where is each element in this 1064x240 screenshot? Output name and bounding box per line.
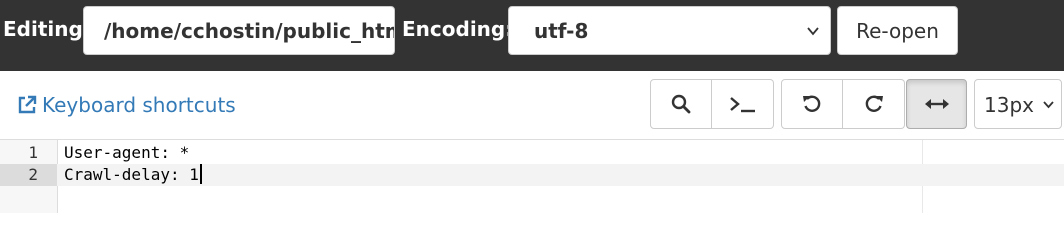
terminal-icon — [729, 97, 755, 113]
search-button[interactable] — [650, 79, 712, 129]
text-cursor — [199, 164, 202, 184]
file-path-input[interactable]: /home/cchostin/public_html/robots.txt — [83, 6, 395, 55]
chevron-down-icon — [806, 7, 820, 77]
keyboard-shortcuts-label: Keyboard shortcuts — [42, 93, 236, 117]
redo-button[interactable] — [843, 79, 905, 129]
undo-button[interactable] — [781, 79, 843, 129]
line-number: 2 — [0, 164, 57, 186]
undo-icon — [803, 95, 821, 112]
font-size-select[interactable]: 13px — [974, 79, 1062, 129]
encoding-select-value: utf-8 — [534, 19, 589, 43]
redo-icon — [865, 95, 883, 112]
line-text: User-agent: * — [64, 143, 190, 162]
external-link-icon — [18, 95, 37, 114]
goto-line-button[interactable] — [712, 79, 774, 129]
editor-header-bar: Editing: /home/cchostin/public_html/robo… — [0, 0, 1064, 71]
line-text: Crawl-delay: 1 — [64, 165, 199, 184]
toggle-wrap-button[interactable] — [906, 79, 967, 129]
line-number: 1 — [28, 143, 38, 162]
encoding-label: Encoding: — [402, 17, 514, 41]
encoding-select[interactable]: utf-8 — [508, 6, 831, 55]
reopen-button[interactable]: Re-open — [837, 6, 958, 55]
editing-label: Editing: — [3, 17, 91, 41]
search-icon — [671, 94, 691, 114]
code-line-active[interactable]: 2 Crawl-delay: 1 — [0, 164, 1064, 186]
wrap-icon — [924, 99, 949, 109]
line-text-wrap: Crawl-delay: 1 — [64, 164, 202, 186]
code-line[interactable]: 1 User-agent: * — [0, 142, 1064, 164]
font-size-value: 13px — [984, 93, 1034, 117]
search-terminal-group — [650, 79, 774, 129]
undo-redo-group — [781, 79, 905, 129]
code-editor[interactable]: 1 User-agent: * 2 Crawl-delay: 1 — [0, 139, 1064, 213]
keyboard-shortcuts-link[interactable]: Keyboard shortcuts — [16, 93, 236, 117]
